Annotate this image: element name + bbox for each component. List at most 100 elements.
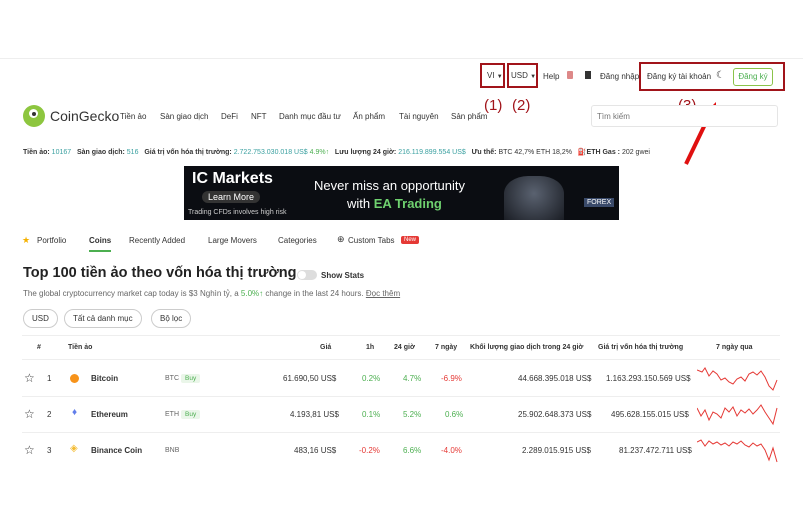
favorite-star-icon[interactable]: ☆ (24, 407, 35, 421)
nav-tien-ao[interactable]: Tiền ảo (120, 112, 146, 121)
coin-name[interactable]: Bitcoin (91, 374, 118, 383)
tab-coins[interactable]: Coins (89, 236, 111, 245)
candy-icon[interactable] (567, 71, 573, 79)
sparkline-chart (697, 439, 778, 463)
ad-headline-2-pre: with (347, 196, 374, 211)
stat-gas-value: 202 gwei (621, 149, 650, 156)
favorite-star-icon[interactable]: ☆ (24, 371, 35, 385)
tab-categories[interactable]: Categories (278, 236, 317, 245)
show-stats-toggle[interactable] (297, 270, 317, 280)
filter-button[interactable]: Bộ lọc (151, 309, 192, 328)
table-divider (22, 335, 780, 336)
stat-mcap-value[interactable]: 2.722.753.030.018 US$ (234, 149, 308, 156)
top-divider (0, 58, 803, 59)
help-link[interactable]: Help (543, 72, 559, 81)
change-24h: 5.2% (403, 410, 422, 419)
nav-san-giao-dich[interactable]: Sàn giao dịch (160, 112, 208, 121)
nav-an-pham[interactable]: Ấn phẩm (353, 112, 385, 121)
language-label: VI (487, 71, 495, 80)
ad-banner[interactable]: IC Markets Learn More Trading CFDs invol… (184, 166, 619, 220)
coin-symbol: BNB (165, 447, 180, 454)
coin-volume: 2.289.015.915 US$ (522, 446, 591, 455)
ethereum-icon: ♦ (72, 407, 78, 418)
header-price[interactable]: Giá (320, 344, 331, 351)
coingecko-logo-icon[interactable] (23, 105, 45, 127)
nav-defi[interactable]: DeFi (221, 112, 238, 121)
change-24h: 4.7% (403, 374, 422, 383)
stat-coins-label: Tiền ảo: (23, 149, 50, 156)
currency-label: USD (511, 71, 528, 80)
coin-mcap: 495.628.155.015 US$ (611, 410, 689, 419)
header-volume[interactable]: Khối lượng giao dịch trong 24 giờ (470, 344, 583, 351)
ad-headline-1: Never miss an opportunity (314, 178, 466, 193)
coin-volume: 44.668.395.018 US$ (518, 374, 592, 383)
buy-button[interactable]: Buy (181, 410, 201, 419)
stat-mcap-label: Giá trị vốn hóa thị trường: (144, 149, 232, 156)
coin-price: 4.193,81 US$ (290, 410, 339, 419)
currency-select[interactable]: USD ▼ (511, 71, 536, 80)
bookmark-icon[interactable] (585, 71, 591, 79)
summary-pre: The global cryptocurrency market cap tod… (23, 289, 241, 298)
ad-headline-2-em: EA Trading (373, 196, 442, 211)
search-input[interactable] (591, 105, 778, 127)
nav-nft[interactable]: NFT (251, 112, 267, 121)
register-account-link[interactable]: Đăng ký tài khoản (647, 72, 711, 81)
header-mcap[interactable]: Giá trị vốn hóa thị trường (598, 344, 683, 351)
tab-portfolio[interactable]: Portfolio (37, 236, 66, 245)
stat-dominance-value: BTC 42,7% ETH 18,2% (498, 149, 572, 156)
header-coin[interactable]: Tiền ảo (68, 344, 92, 351)
stat-dominance-label: Ưu thế: (471, 149, 497, 156)
coin-volume: 25.902.648.373 US$ (518, 410, 592, 419)
coin-mcap: 81.237.472.711 US$ (619, 446, 692, 455)
stat-volume-label: Lưu lượng 24 giờ: (334, 149, 397, 156)
change-1h: 0.1% (362, 410, 381, 419)
chevron-down-icon: ▼ (530, 74, 537, 80)
brand-name[interactable]: CoinGecko (50, 108, 119, 124)
gas-pump-icon: ⛽ (577, 149, 587, 156)
summary-change: 5.0% (240, 289, 260, 298)
new-badge: New (401, 236, 420, 244)
tab-large-movers[interactable]: Large Movers (208, 236, 257, 245)
ad-forex: FOREX (584, 198, 615, 207)
stat-mcap-change: 4.9% (309, 149, 326, 156)
favorite-star-icon[interactable]: ☆ (24, 443, 35, 457)
category-filter-button[interactable]: Tất cả danh mục (64, 309, 142, 328)
table-divider (22, 396, 780, 397)
nav-danh-muc-dau-tu[interactable]: Danh mục đầu tư (279, 112, 341, 121)
ad-learn-more-button[interactable]: Learn More (202, 191, 261, 203)
header-24h[interactable]: 24 giờ (394, 344, 415, 351)
coin-name[interactable]: Ethereum (91, 410, 128, 419)
binance-coin-icon: ◈ (70, 443, 78, 454)
language-select[interactable]: VI ▼ (487, 71, 503, 80)
change-7d: 0.6% (445, 410, 464, 419)
robot-illustration (504, 176, 564, 220)
header-rank[interactable]: # (37, 344, 41, 351)
row-rank: 2 (47, 410, 52, 419)
read-more-link[interactable]: Đọc thêm (366, 289, 400, 298)
sparkline-chart (697, 367, 778, 391)
stat-coins-value[interactable]: 10167 (52, 149, 71, 156)
annotation-2: (2) (512, 97, 531, 114)
currency-filter-button[interactable]: USD (23, 309, 58, 328)
coin-mcap: 1.163.293.150.569 US$ (606, 374, 691, 383)
header-7d[interactable]: 7 ngày (435, 344, 457, 351)
nav-tai-nguyen[interactable]: Tài nguyên (399, 112, 439, 121)
tab-recently-added[interactable]: Recently Added (129, 236, 185, 245)
change-24h: 6.6% (403, 446, 422, 455)
login-link[interactable]: Đăng nhập (600, 72, 639, 81)
row-rank: 1 (47, 374, 52, 383)
table-divider (22, 432, 780, 433)
stat-volume-value[interactable]: 216.119.899.554 US$ (398, 149, 466, 156)
buy-button[interactable]: Buy (181, 374, 201, 383)
sparkline-chart (697, 404, 778, 426)
stat-exchanges-label: Sàn giao dịch: (76, 149, 125, 156)
signup-button[interactable]: Đăng ký (733, 68, 773, 86)
moon-icon[interactable]: ☾ (716, 70, 725, 81)
coin-name[interactable]: Binance Coin (91, 446, 142, 455)
nav-san-pham[interactable]: Sản phẩm (451, 112, 487, 121)
stat-exchanges-value[interactable]: 516 (127, 149, 139, 156)
tab-custom-tabs[interactable]: Custom Tabs (348, 236, 395, 245)
header-7d-chart: 7 ngày qua (716, 344, 753, 351)
market-summary: The global cryptocurrency market cap tod… (23, 289, 400, 298)
header-1h[interactable]: 1h (366, 344, 374, 351)
